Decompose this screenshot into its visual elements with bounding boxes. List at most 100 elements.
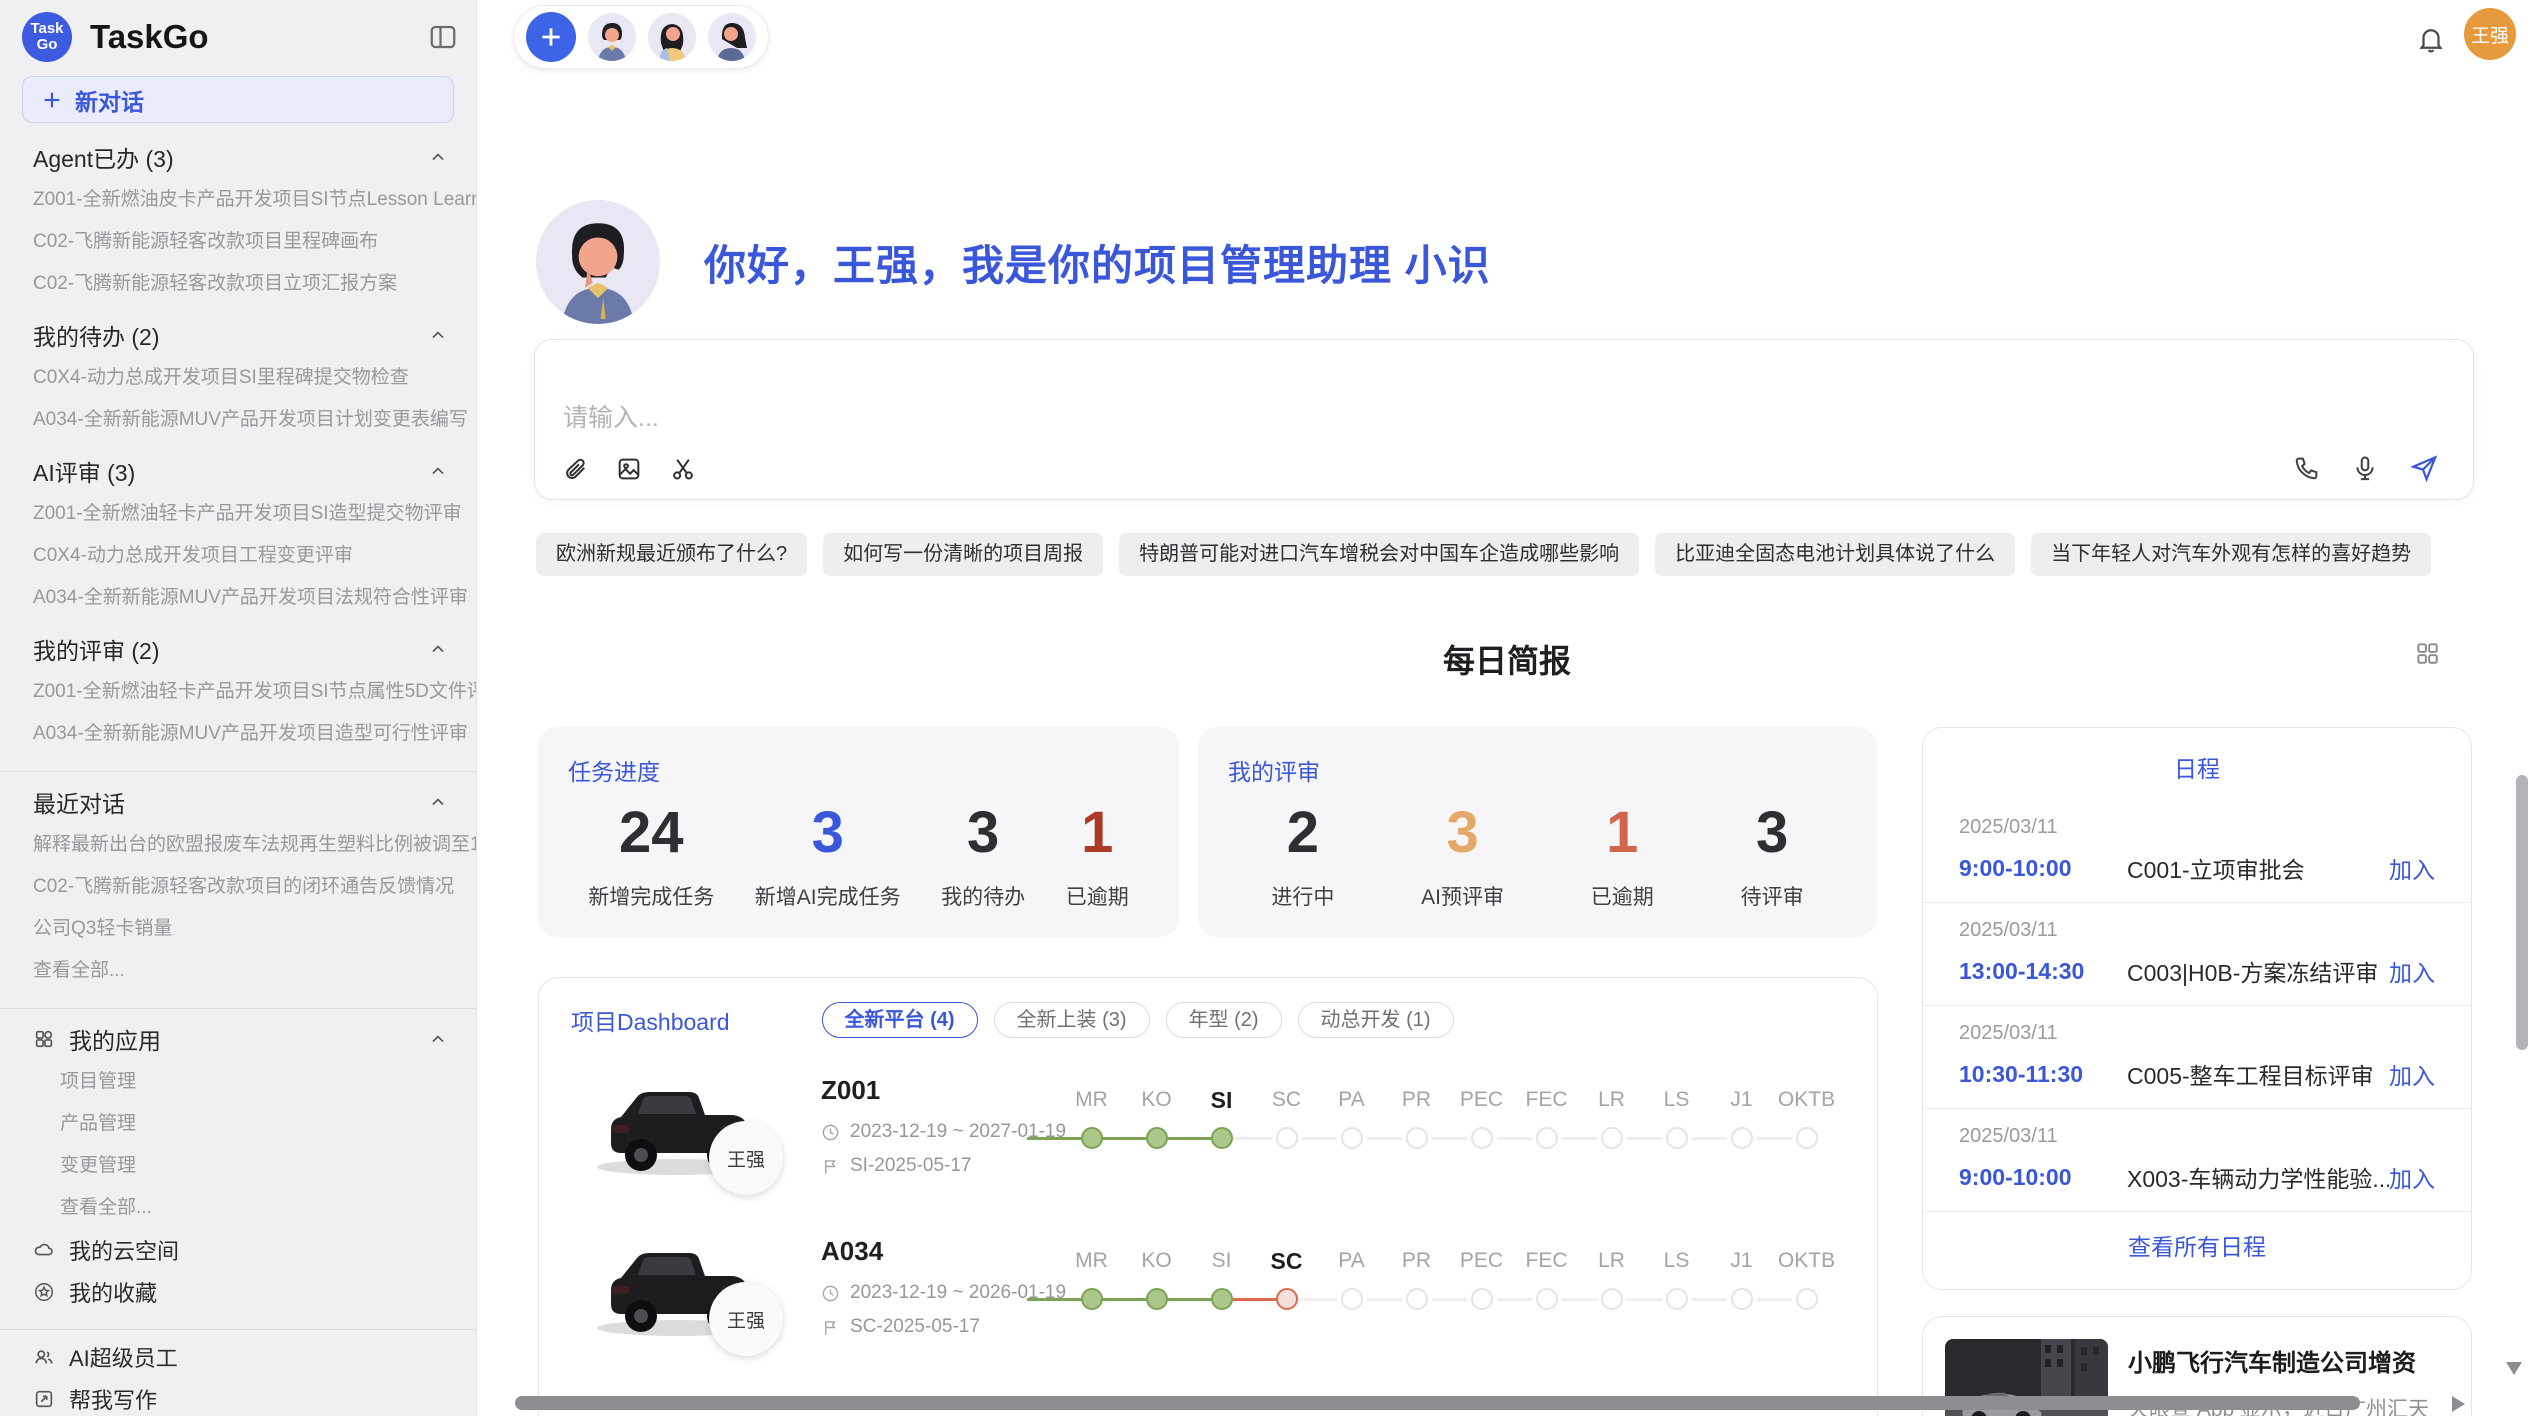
my-review-card: 我的评审 2 进行中 3 AI预评审 1 已逾期	[1198, 727, 1877, 937]
app-item[interactable]: 产品管理	[0, 1103, 476, 1145]
phone-icon[interactable]	[2293, 454, 2321, 482]
microphone-icon[interactable]	[2351, 454, 2379, 482]
project-row[interactable]: 王强 A034 2023-12-19 ~ 2026-01-19 SC-2025-…	[539, 1224, 1877, 1385]
add-contact-button[interactable]	[526, 12, 576, 62]
new-chat-button[interactable]: 新对话	[22, 76, 454, 123]
sidebar-item-ai-staff[interactable]: AI超级员工	[0, 1336, 476, 1378]
people-icon	[33, 1346, 55, 1368]
assistant-avatar	[536, 200, 660, 324]
task-progress-card: 任务进度 24 新增完成任务 3 新增AI完成任务 3 我的待办	[538, 727, 1179, 937]
sidebar-task-item[interactable]: C0X4-动力总成开发项目工程变更评审	[0, 535, 476, 577]
app-logo: Task Go	[22, 12, 72, 62]
project-tag-text: SC-2025-05-17	[850, 1316, 980, 1338]
filter-chip[interactable]: 动总开发 (1)	[1298, 1002, 1454, 1038]
suggestion-chip[interactable]: 特朗普可能对进口汽车增税会对中国车企造成哪些影响	[1119, 533, 1639, 576]
event-time: 13:00-14:30	[1959, 958, 2127, 985]
sidebar-task-item[interactable]: C02-飞腾新能源轻客改款项目里程碑画布	[0, 221, 476, 263]
avatar[interactable]	[648, 13, 696, 61]
section-header-ai-review[interactable]: AI评审 (3)	[0, 449, 476, 493]
suggestion-chip[interactable]: 如何写一份清晰的项目周报	[823, 533, 1103, 576]
section-my-review-items: Z001-全新燃油轻卡产品开发项目SI节点属性5D文件评审A034-全新新能源M…	[0, 671, 476, 755]
recent-chat-item[interactable]: C02-飞腾新能源轻客改款项目的闭环通告反馈情况	[0, 866, 476, 908]
milestone: OKTB	[1774, 1248, 1839, 1310]
project-code: A034	[821, 1236, 883, 1267]
recent-chat-item[interactable]: 公司Q3轻卡销量	[0, 908, 476, 950]
milestone-dot	[1601, 1127, 1623, 1149]
section-header-my-review[interactable]: 我的评审 (2)	[0, 627, 476, 671]
join-link[interactable]: 加入	[2389, 1057, 2435, 1091]
news-title: 小鹏飞行汽车制造公司增资	[2128, 1343, 2449, 1378]
image-icon[interactable]	[615, 455, 643, 483]
milestone-label: LR	[1598, 1087, 1625, 1113]
recent-chat-item[interactable]: 解释最新出台的欧盟报废车法规再生塑料比例被调至15%...	[0, 824, 476, 866]
divider	[0, 1329, 476, 1330]
logo-text-bottom: Go	[37, 37, 58, 53]
vertical-scrollbar-thumb[interactable]	[2516, 775, 2528, 1050]
chat-input[interactable]: 请输入...	[563, 398, 659, 434]
filter-chip[interactable]: 全新上装 (3)	[994, 1002, 1150, 1038]
schedule-event: 2025/03/11 9:00-10:00 X003-车辆动力学性能验... 加…	[1923, 1109, 2471, 1212]
sidebar-task-item[interactable]: A034-全新新能源MUV产品开发项目造型可行性评审	[0, 713, 476, 755]
join-link[interactable]: 加入	[2389, 1160, 2435, 1194]
task-progress-stats: 24 新增完成任务 3 新增AI完成任务 3 我的待办 1	[568, 801, 1149, 911]
milestone-label: FEC	[1526, 1248, 1568, 1274]
user-avatar[interactable]: 王强	[2464, 8, 2516, 60]
project-row[interactable]: 王强 Z001 2023-12-19 ~ 2027-01-19 SI-2025-…	[539, 1063, 1877, 1224]
scroll-down-arrow-icon[interactable]	[2506, 1362, 2522, 1375]
app-item[interactable]: 项目管理	[0, 1061, 476, 1103]
sidebar-task-item[interactable]: Z001-全新燃油皮卡产品开发项目SI节点Lesson Learn报告	[0, 179, 476, 221]
sidebar-task-item[interactable]: Z001-全新燃油轻卡产品开发项目SI节点属性5D文件评审	[0, 671, 476, 713]
sidebar-task-item[interactable]: A034-全新新能源MUV产品开发项目法规符合性评审	[0, 577, 476, 619]
send-icon[interactable]	[2409, 453, 2439, 483]
scissors-icon[interactable]	[669, 455, 697, 483]
section-header-agent-done[interactable]: Agent已办 (3)	[0, 135, 476, 179]
join-link[interactable]: 加入	[2389, 954, 2435, 988]
event-time: 10:30-11:30	[1959, 1061, 2127, 1088]
sidebar-item-favorites[interactable]: 我的收藏	[0, 1271, 476, 1313]
suggestion-chip[interactable]: 欧洲新规最近颁布了什么?	[536, 533, 807, 576]
app-item[interactable]: 变更管理	[0, 1145, 476, 1187]
horizontal-scrollbar-thumb[interactable]	[515, 1396, 2360, 1410]
notification-bell-icon[interactable]	[2416, 24, 2446, 59]
chevron-up-icon	[428, 792, 448, 812]
milestone-label: SC	[1271, 1248, 1303, 1274]
composer-right-tools	[2293, 453, 2439, 483]
user-name: 王强	[2471, 21, 2509, 48]
attachment-icon[interactable]	[561, 455, 589, 483]
section-header-my-apps[interactable]: 我的应用	[0, 1017, 476, 1061]
project-dashboard-card: 项目Dashboard 全新平台 (4)全新上装 (3)年型 (2)动总开发 (…	[538, 977, 1878, 1416]
filter-chip[interactable]: 全新平台 (4)	[822, 1002, 978, 1038]
avatar[interactable]	[708, 13, 756, 61]
join-link[interactable]: 加入	[2389, 851, 2435, 885]
section-header-my-todo[interactable]: 我的待办 (2)	[0, 313, 476, 357]
suggestion-chip[interactable]: 当下年轻人对汽车外观有怎样的喜好趋势	[2031, 533, 2431, 576]
sidebar-item-label: AI超级员工	[69, 1341, 178, 1373]
sidebar-item-help-write[interactable]: 帮我写作	[0, 1378, 476, 1416]
sidebar-task-item[interactable]: Z001-全新燃油轻卡产品开发项目SI造型提交物评审	[0, 493, 476, 535]
main-content: 王强 你好，王强，我是你的项目管理助理 小识 请输入...	[478, 0, 2532, 1416]
avatar[interactable]	[588, 13, 636, 61]
sidebar-collapse-icon[interactable]	[428, 22, 458, 52]
cloud-icon	[33, 1239, 55, 1261]
sidebar-task-item[interactable]: A034-全新新能源MUV产品开发项目计划变更表编写	[0, 399, 476, 441]
sidebar-task-item[interactable]: C0X4-动力总成开发项目SI里程碑提交物检查	[0, 357, 476, 399]
layout-grid-icon[interactable]	[2414, 640, 2440, 671]
milestone-dot	[1341, 1127, 1363, 1149]
stat-value: 1	[1081, 801, 1113, 865]
card-title: 任务进度	[568, 753, 1149, 787]
milestone-label: KO	[1141, 1248, 1171, 1274]
app-item[interactable]: 查看全部...	[0, 1187, 476, 1229]
section-header-recent-chats[interactable]: 最近对话	[0, 780, 476, 824]
app-title: TaskGo	[90, 18, 428, 56]
view-all-schedule-link[interactable]: 查看所有日程	[1923, 1228, 2471, 1262]
scroll-right-arrow-icon[interactable]	[2452, 1396, 2465, 1412]
suggestion-chip[interactable]: 比亚迪全固态电池计划具体说了什么	[1655, 533, 2015, 576]
stat-value: 3	[967, 801, 999, 865]
filter-chip[interactable]: 年型 (2)	[1166, 1002, 1282, 1038]
event-title: X003-车辆动力学性能验...	[2127, 1160, 2389, 1194]
recent-chat-item[interactable]: 查看全部...	[0, 950, 476, 992]
chat-composer: 请输入...	[534, 339, 2474, 500]
flag-icon	[821, 1157, 840, 1176]
sidebar-task-item[interactable]: C02-飞腾新能源轻客改款项目立项汇报方案	[0, 263, 476, 305]
sidebar-item-cloud-space[interactable]: 我的云空间	[0, 1229, 476, 1271]
